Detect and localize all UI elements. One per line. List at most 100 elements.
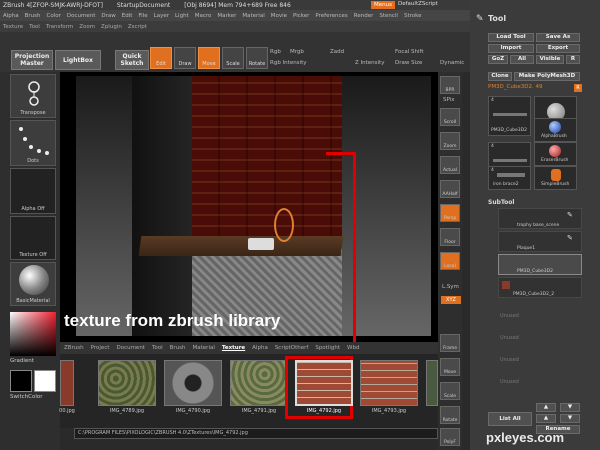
scroll-button[interactable]: Scroll: [440, 108, 460, 126]
dynamic-toggle[interactable]: Dynamic: [440, 60, 464, 66]
polyf-button[interactable]: PolyF: [440, 428, 460, 446]
menu-zoom[interactable]: Zoom: [79, 24, 95, 30]
tab-alpha[interactable]: Alpha: [252, 345, 268, 351]
menu-marker[interactable]: Marker: [217, 13, 236, 19]
tool-thumbnail[interactable]: AlphaBrush: [534, 118, 577, 142]
r-button[interactable]: R: [566, 55, 580, 64]
menu-texture[interactable]: Texture: [3, 24, 23, 30]
texture-thumbnail[interactable]: [426, 360, 438, 406]
tab-project[interactable]: Project: [91, 345, 110, 351]
list-all-button[interactable]: List All: [488, 412, 532, 426]
tool-thumbnail[interactable]: SimpleBrush: [534, 166, 577, 190]
menu-zplugin[interactable]: Zplugin: [101, 24, 122, 30]
tool-r-button[interactable]: R: [574, 84, 582, 92]
make-polymesh-button[interactable]: Make PolyMesh3D: [514, 72, 580, 81]
goz-all-button[interactable]: All: [510, 55, 534, 64]
menu-render[interactable]: Render: [354, 13, 374, 19]
menu-layer[interactable]: Layer: [154, 13, 169, 19]
select-down-button[interactable]: ▼: [560, 414, 580, 423]
stroke-slot[interactable]: Dots: [10, 120, 56, 166]
local-button[interactable]: Local: [440, 252, 460, 270]
subtool-row[interactable]: PM3D_Cube3D2_2: [498, 277, 582, 298]
alpha-slot[interactable]: Alpha Off: [10, 168, 56, 214]
floor-button[interactable]: Floor: [440, 228, 460, 246]
save-as-button[interactable]: Save As: [536, 33, 580, 42]
menu-color[interactable]: Color: [47, 13, 61, 19]
aahalf-button[interactable]: AAHalf: [440, 180, 460, 198]
texture-thumbnail-selected[interactable]: [295, 360, 353, 406]
subtool-row[interactable]: trophy base_scene ✎: [498, 208, 582, 229]
tool-thumbnail[interactable]: PM3D_Cube3D2 4: [488, 96, 531, 136]
texture-thumbnail[interactable]: [60, 360, 74, 406]
tab-spotlight[interactable]: Spotlight: [315, 345, 340, 351]
frame-button[interactable]: Frame: [440, 334, 460, 352]
tab-script-other[interactable]: ScriptOtherf: [275, 345, 309, 351]
texture-thumbnail[interactable]: [230, 360, 288, 406]
draw-mode-button[interactable]: Draw: [174, 47, 196, 69]
brush-icon[interactable]: ✎: [567, 234, 573, 242]
persp-button[interactable]: Persp: [440, 204, 460, 222]
goz-visible-button[interactable]: Visible: [536, 55, 564, 64]
menu-stroke[interactable]: Stroke: [404, 13, 422, 19]
goz-button[interactable]: GoZ: [488, 55, 508, 64]
spix-slider[interactable]: SPix: [443, 97, 454, 103]
edit-mode-button[interactable]: Edit: [150, 47, 172, 69]
secondary-color-swatch[interactable]: [34, 370, 56, 392]
menu-preferences[interactable]: Preferences: [315, 13, 347, 19]
clone-button[interactable]: Clone: [488, 72, 512, 81]
menu-picker[interactable]: Picker: [293, 13, 309, 19]
tab-material[interactable]: Material: [193, 345, 215, 351]
menu-transform[interactable]: Transform: [46, 24, 73, 30]
unused-slot[interactable]: Unused: [500, 379, 519, 385]
rgb-toggle[interactable]: Rgb: [270, 49, 281, 55]
texture-thumbnail[interactable]: [164, 360, 222, 406]
unused-slot[interactable]: Unused: [500, 313, 519, 319]
tab-brush[interactable]: Brush: [170, 345, 186, 351]
tab-document[interactable]: Document: [116, 345, 145, 351]
tool-thumbnail[interactable]: EraserBrush: [534, 142, 577, 166]
focal-shift-slider[interactable]: Focal Shift: [395, 49, 424, 55]
menu-brush[interactable]: Brush: [25, 13, 41, 19]
default-zscript-button[interactable]: DefaultZScript: [398, 1, 438, 7]
menus-toggle-button[interactable]: Menus: [371, 1, 395, 9]
menu-document[interactable]: Document: [67, 13, 96, 19]
subtool-title[interactable]: SubTool: [488, 199, 514, 206]
tab-wbd[interactable]: Wbd: [347, 345, 359, 351]
projection-master-button[interactable]: Projection Master: [11, 50, 53, 70]
bpr-button[interactable]: BPR: [440, 76, 460, 94]
material-slot[interactable]: BasicMaterial: [10, 262, 56, 306]
load-tool-button[interactable]: Load Tool: [488, 33, 534, 42]
texture-slot[interactable]: Texture Off: [10, 216, 56, 260]
main-color-swatch[interactable]: [10, 370, 32, 392]
tab-zbrush[interactable]: ZBrush: [64, 345, 84, 351]
menu-file[interactable]: File: [138, 13, 147, 19]
texture-thumbnail[interactable]: [360, 360, 418, 406]
texture-thumbnail[interactable]: [98, 360, 156, 406]
menu-light[interactable]: Light: [175, 13, 189, 19]
move-up-button[interactable]: ▲: [536, 403, 556, 412]
zoom-button[interactable]: Zoom: [440, 132, 460, 150]
menu-edit[interactable]: Edit: [122, 13, 133, 19]
z-intensity-slider[interactable]: Z Intensity: [355, 60, 384, 66]
scale-view-button[interactable]: Scale: [440, 382, 460, 400]
menu-macro[interactable]: Macro: [195, 13, 212, 19]
quick-sketch-button[interactable]: Quick Sketch: [115, 50, 149, 70]
subtool-row-selected[interactable]: PM3D_Cube3D2: [498, 254, 582, 275]
unused-slot[interactable]: Unused: [500, 357, 519, 363]
rotate-view-button[interactable]: Rotate: [440, 406, 460, 424]
menu-alpha[interactable]: Alpha: [3, 13, 19, 19]
move-view-button[interactable]: Move: [440, 358, 460, 376]
brush-icon[interactable]: ✎: [567, 211, 573, 219]
export-button[interactable]: Export: [536, 44, 580, 53]
actual-button[interactable]: Actual: [440, 156, 460, 174]
texture-path-field[interactable]: C:\PROGRAM FILES\PIXOLOGIC\ZBRUSH 4.0\ZT…: [74, 428, 438, 439]
import-button[interactable]: Import: [488, 44, 534, 53]
gradient-label[interactable]: Gradient: [10, 358, 34, 364]
zadd-toggle[interactable]: Zadd: [330, 49, 344, 55]
color-picker[interactable]: [10, 312, 56, 356]
scale-mode-button[interactable]: Scale: [222, 47, 244, 69]
move-down-button[interactable]: ▼: [560, 403, 580, 412]
mrgb-toggle[interactable]: Mrgb: [290, 49, 304, 55]
switch-color-button[interactable]: SwitchColor: [10, 394, 43, 400]
draw-size-slider[interactable]: Draw Size: [395, 60, 422, 66]
